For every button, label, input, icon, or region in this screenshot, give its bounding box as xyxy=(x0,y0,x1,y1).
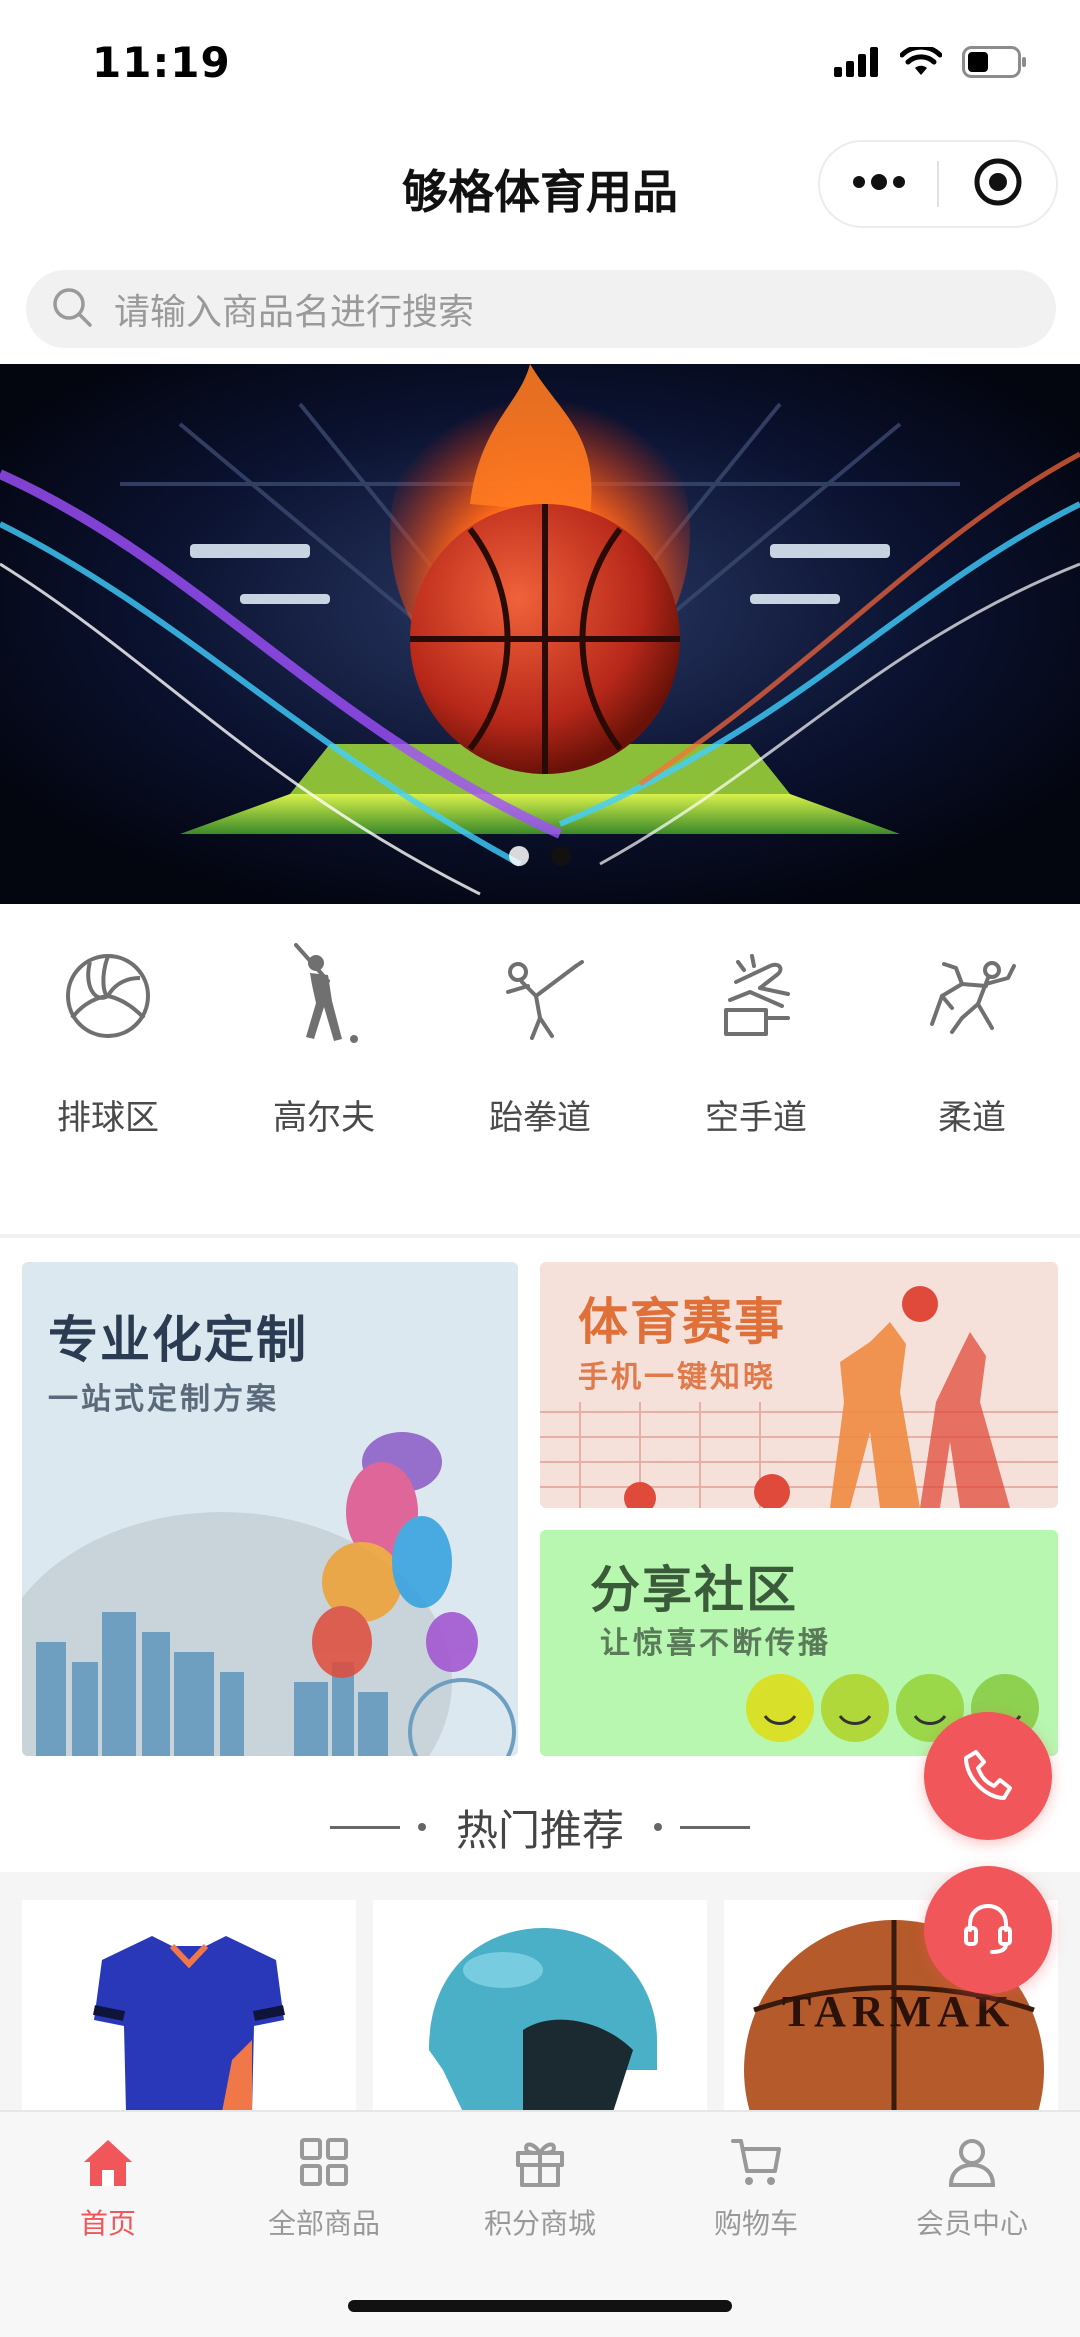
customer-service-button[interactable] xyxy=(924,1866,1052,1994)
category-taekwondo[interactable]: 跆拳道 xyxy=(432,904,648,1234)
tab-label: 积分商城 xyxy=(483,2207,596,2240)
category-label: 空手道 xyxy=(705,1098,807,1138)
home-icon xyxy=(78,2132,138,2192)
category-judo[interactable]: 柔道 xyxy=(864,904,1080,1234)
promo-title: 分享社区 xyxy=(590,1561,798,1619)
tab-label: 首页 xyxy=(79,2207,136,2240)
search-input[interactable]: 请输入商品名进行搜索 xyxy=(26,270,1056,348)
category-label: 跆拳道 xyxy=(489,1098,591,1138)
promo-subtitle: 让惊喜不断传播 xyxy=(600,1626,831,1661)
grid-icon xyxy=(294,2132,354,2192)
more-dots-icon xyxy=(851,174,907,194)
tab-all-products[interactable]: 全部商品 xyxy=(216,2112,432,2262)
gift-icon xyxy=(510,2132,570,2192)
wifi-icon xyxy=(899,44,943,81)
judo-throw-icon xyxy=(922,946,1022,1046)
volleyball-icon xyxy=(58,946,158,1046)
user-icon xyxy=(942,2132,1002,2192)
title-line xyxy=(329,1825,400,1829)
promo-title: 体育赛事 xyxy=(578,1293,786,1351)
tab-cart[interactable]: 购物车 xyxy=(648,2112,864,2262)
cart-icon xyxy=(726,2132,786,2192)
tab-label: 购物车 xyxy=(713,2207,798,2240)
category-label: 柔道 xyxy=(938,1098,1006,1138)
tab-member-center[interactable]: 会员中心 xyxy=(864,2112,1080,2262)
status-time: 11:19 xyxy=(92,38,231,87)
taekwondo-kick-icon xyxy=(490,946,590,1046)
close-miniprogram-button[interactable] xyxy=(939,142,1056,226)
banner-image xyxy=(0,364,1080,904)
category-karate[interactable]: 空手道 xyxy=(648,904,864,1234)
target-icon xyxy=(973,157,1023,211)
category-nav: 排球区 高尔夫 跆拳道 空手道 柔道 xyxy=(0,904,1080,1234)
title-line xyxy=(680,1825,750,1829)
category-golf[interactable]: 高尔夫 xyxy=(216,904,432,1234)
status-bar: 11:19 xyxy=(0,0,1080,130)
tab-points-mall[interactable]: 积分商城 xyxy=(432,2112,648,2262)
search-icon xyxy=(50,285,94,333)
headset-icon xyxy=(956,1896,1020,1964)
category-label: 排球区 xyxy=(57,1098,159,1138)
banner-carousel[interactable] xyxy=(0,364,1080,904)
search-placeholder: 请输入商品名进行搜索 xyxy=(114,292,475,333)
carousel-dots xyxy=(0,846,1080,866)
category-label: 高尔夫 xyxy=(273,1098,375,1138)
carousel-dot[interactable] xyxy=(509,846,529,866)
promo-subtitle: 一站式定制方案 xyxy=(48,1382,279,1417)
signal-icon xyxy=(834,47,880,81)
promo-title: 专业化定制 xyxy=(48,1311,308,1369)
promo-subtitle: 手机一键知晓 xyxy=(578,1360,776,1395)
karate-chop-icon xyxy=(706,946,806,1046)
phone-icon xyxy=(958,1744,1018,1808)
jersey-image xyxy=(93,1936,285,2112)
category-volleyball[interactable]: 排球区 xyxy=(0,904,216,1234)
tab-label: 全部商品 xyxy=(267,2207,380,2240)
section-divider xyxy=(0,1234,1080,1238)
home-indicator xyxy=(348,2300,732,2312)
promo-sports-events[interactable]: 体育赛事 手机一键知晓 xyxy=(540,1262,1058,1508)
nav-header: 够格体育用品 xyxy=(0,130,1080,250)
promo-customization[interactable]: 专业化定制 一站式定制方案 xyxy=(22,1262,518,1756)
product-brand-text: TARMAK xyxy=(782,1987,1016,2036)
status-icons xyxy=(834,44,1028,82)
title-dot xyxy=(654,1823,662,1831)
helmet-image xyxy=(429,1928,657,2112)
golfer-icon xyxy=(274,943,374,1046)
product-card[interactable] xyxy=(373,1900,707,2112)
carousel-dot-active[interactable] xyxy=(551,846,571,866)
battery-icon xyxy=(962,46,1028,82)
miniprogram-capsule xyxy=(818,140,1058,228)
tab-label: 会员中心 xyxy=(915,2207,1028,2240)
call-button[interactable] xyxy=(924,1712,1052,1840)
title-dot xyxy=(417,1823,426,1831)
product-card[interactable] xyxy=(22,1900,356,2112)
tab-home[interactable]: 首页 xyxy=(0,2112,216,2262)
hot-title: 热门推荐 xyxy=(455,1805,624,1855)
more-button[interactable] xyxy=(820,142,937,226)
hot-section-header: 热门推荐 xyxy=(0,1790,1080,1864)
